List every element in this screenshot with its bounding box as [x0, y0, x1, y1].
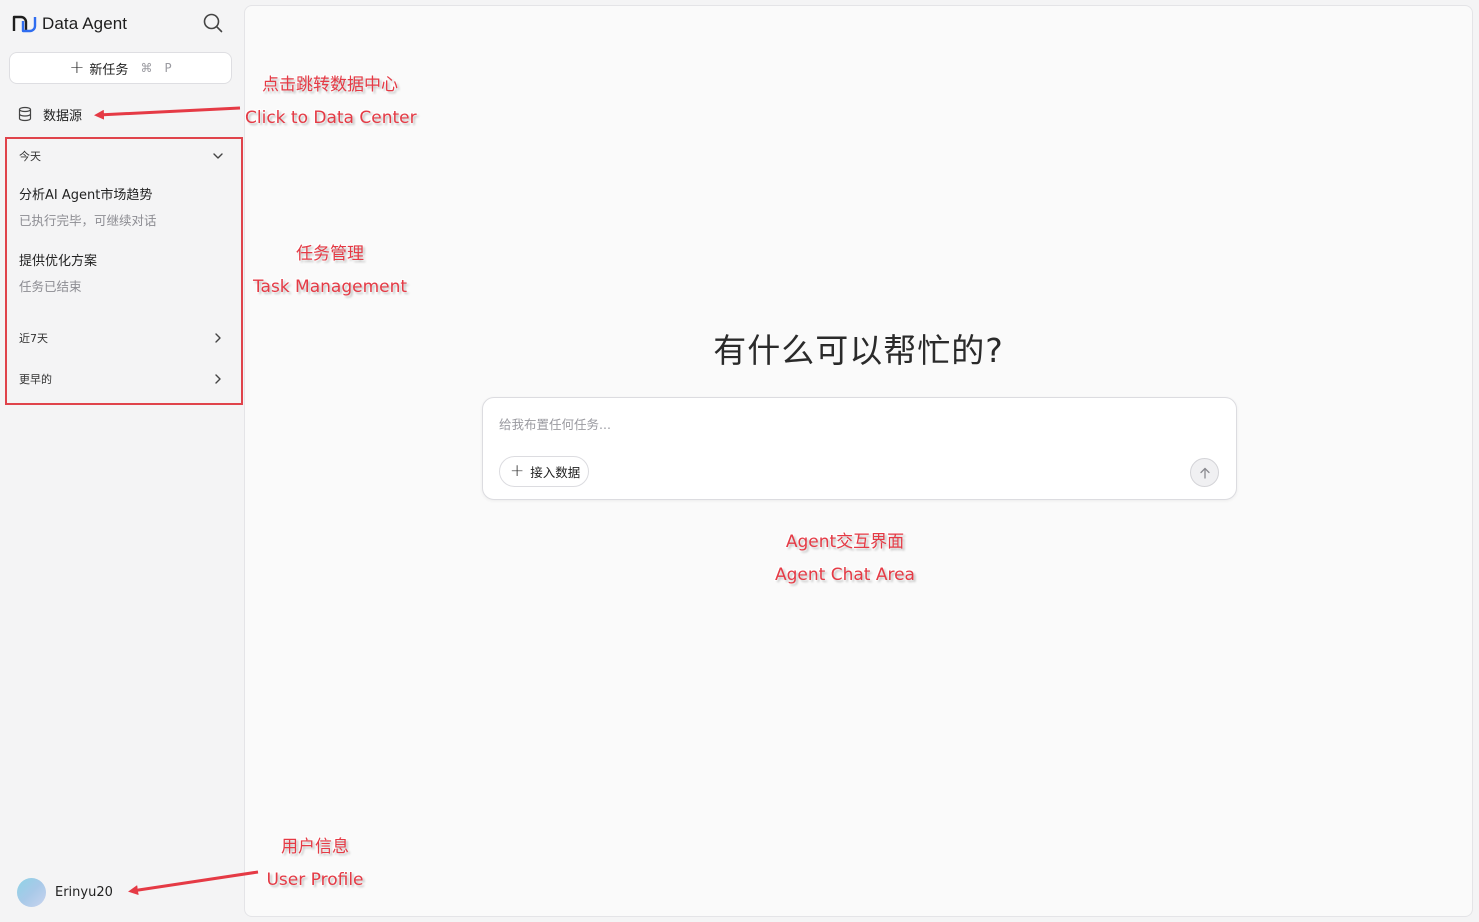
connect-data-button[interactable]: + 接入数据: [499, 456, 590, 487]
datacenter-annotation: 点击跳转数据中心 Click to Data Center: [245, 69, 417, 135]
task-annotation-en: Task Management: [252, 277, 408, 297]
task-management-highlight: 今天 分析AI Agent市场趋势 已执行完毕，可继续对话 提供优化方案 任务已…: [5, 137, 243, 405]
datasource-label: 数据源: [43, 108, 83, 124]
chevron-down-icon: [213, 153, 223, 159]
chat-area: 有什么可以帮忙的? + 接入数据: [244, 5, 1473, 917]
send-button[interactable]: [1190, 458, 1219, 487]
chat-annotation: Agent交互界面 Agent Chat Area: [755, 526, 935, 592]
group-today-label: 今天: [19, 150, 41, 163]
user-name: Erinyu20: [55, 885, 113, 900]
task-annotation: 任务管理 Task Management: [245, 238, 415, 304]
chat-annotation-cn: Agent交互界面: [785, 532, 905, 552]
chevron-right-icon: [215, 333, 221, 343]
logo-icon: [12, 15, 37, 33]
brand[interactable]: Data Agent: [12, 12, 127, 36]
task-item[interactable]: 分析AI Agent市场趋势 已执行完毕，可继续对话: [19, 187, 229, 230]
user-annotation-en: User Profile: [266, 870, 364, 890]
new-task-label: 新任务: [89, 62, 129, 78]
command-key-hint: ⌘: [140, 61, 153, 75]
group-earlier[interactable]: 更早的: [19, 369, 225, 389]
app-window: Data Agent + 新任务 ⌘ P 数据源 今天 分析AI Agent市场…: [0, 0, 1479, 922]
plus-icon: +: [69, 57, 85, 78]
avatar: [17, 878, 46, 907]
sidebar: Data Agent + 新任务 ⌘ P 数据源 今天 分析AI Agent市场…: [0, 0, 244, 922]
task-status: 任务已结束: [19, 279, 82, 294]
task-title: 分析AI Agent市场趋势: [19, 188, 153, 203]
task-input[interactable]: [499, 414, 1199, 434]
task-title: 提供优化方案: [19, 254, 98, 269]
user-annotation: 用户信息 User Profile: [240, 831, 390, 897]
datacenter-annotation-cn: 点击跳转数据中心: [262, 75, 398, 95]
user-profile[interactable]: Erinyu20: [17, 878, 113, 907]
new-task-button[interactable]: + 新任务 ⌘ P: [9, 52, 232, 84]
chat-annotation-en: Agent Chat Area: [775, 565, 915, 585]
group-today[interactable]: 今天: [19, 146, 225, 166]
composer: + 接入数据: [482, 397, 1237, 500]
plus-icon: +: [510, 461, 525, 481]
brand-name: Data Agent: [42, 14, 128, 33]
datasource-link[interactable]: 数据源: [9, 101, 232, 127]
connect-data-label: 接入数据: [530, 465, 581, 480]
group-last-7-days[interactable]: 近7天: [19, 328, 225, 348]
task-annotation-cn: 任务管理: [296, 244, 364, 264]
p-key-hint: P: [164, 61, 172, 75]
page-title: 有什么可以帮忙的?: [713, 331, 1004, 370]
task-item[interactable]: 提供优化方案 任务已结束: [19, 253, 229, 296]
task-status: 已执行完毕，可继续对话: [19, 213, 157, 228]
user-annotation-cn: 用户信息: [281, 837, 349, 857]
datacenter-annotation-en: Click to Data Center: [245, 108, 417, 128]
group-last-7-days-label: 近7天: [19, 332, 48, 345]
search-icon[interactable]: [202, 12, 224, 34]
chevron-right-icon: [215, 374, 221, 384]
arrow-up-icon: [1199, 467, 1210, 479]
group-earlier-label: 更早的: [19, 373, 52, 386]
database-icon: [18, 106, 32, 122]
